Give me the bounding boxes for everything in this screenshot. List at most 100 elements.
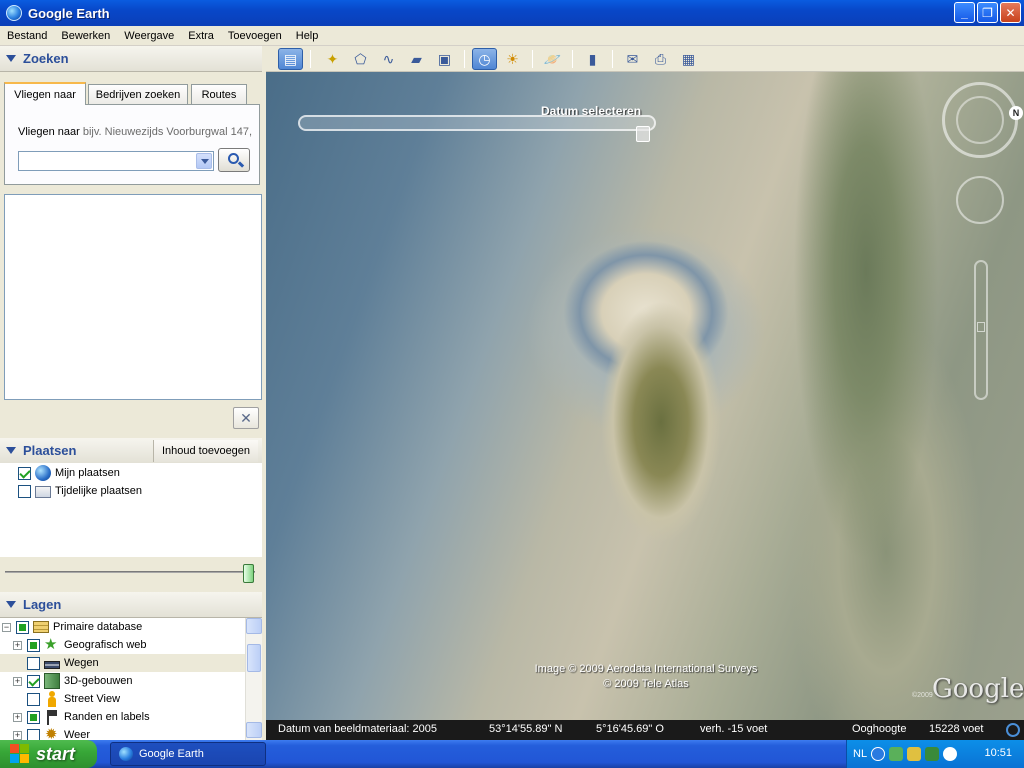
checkbox[interactable] [18,466,31,480]
restore-button[interactable]: ❐ [977,2,998,23]
historical-date-slider[interactable] [298,115,656,131]
taskbar: start Google Earth NL 10:51 [0,740,1024,768]
checkbox[interactable] [16,620,29,634]
google-earth-icon [119,747,133,761]
tree-item-primary-database[interactable]: − Primaire database [0,618,245,636]
start-button[interactable]: start [0,740,97,768]
look-joystick[interactable] [956,96,1004,144]
toolbar: ▤ ✦ ⬠ ∿ ▰ ▣ ◷ ☀ 🪐 ▮ ✉ ⎙ ▦ [266,46,1024,72]
opacity-slider-track[interactable] [5,571,255,573]
checkbox[interactable] [27,656,40,670]
move-joystick[interactable] [956,176,1004,224]
historical-imagery-button[interactable]: ◷ [472,48,497,70]
weather-icon [44,725,60,740]
google-logo: Google [932,674,1024,704]
tray-signal-icon[interactable] [925,747,940,761]
places-panel-title: Plaatsen [23,443,77,458]
tray-network-icon[interactable] [889,747,904,761]
fly-to-text: Vliegen naar [18,126,80,138]
chevron-down-icon[interactable] [196,153,212,169]
opacity-slider-thumb[interactable] [243,564,254,583]
tree-item-label: Mijn plaatsen [55,467,120,479]
taskbar-item-label: Google Earth [139,748,204,760]
menu-bewerken[interactable]: Bewerken [54,30,117,42]
ruler-button[interactable]: ▮ [580,48,605,70]
search-button[interactable] [218,148,250,172]
add-content-button[interactable]: Inhoud toevoegen [153,440,258,462]
tree-item-label: Primaire database [53,621,143,633]
scroll-thumb[interactable] [247,644,261,672]
minimize-button[interactable]: _ [954,2,975,23]
system-tray: NL 10:51 [846,740,1024,768]
scroll-down-button[interactable] [246,722,262,738]
view-in-maps-button[interactable]: ▦ [676,48,701,70]
tab-directions[interactable]: Routes [191,84,247,104]
menu-toevoegen[interactable]: Toevoegen [221,30,289,42]
sidebar-toggle-button[interactable]: ▤ [278,48,303,70]
expand-icon[interactable]: + [13,730,22,740]
tree-item-temporary-places[interactable]: Tijdelijke plaatsen [18,482,142,500]
tray-back-icon[interactable] [871,747,886,761]
close-button[interactable]: ✕ [1000,2,1021,23]
date-slider-thumb[interactable] [636,126,650,142]
menu-weergave[interactable]: Weergave [117,30,181,42]
places-panel-header[interactable]: Plaatsen Inhoud toevoegen [0,438,262,464]
menu-bar: Bestand Bewerken Weergave Extra Toevoege… [0,26,1024,46]
clear-search-button[interactable]: ✕ [233,407,259,429]
print-button[interactable]: ⎙ [648,48,673,70]
scroll-up-button[interactable] [246,618,262,634]
checkbox[interactable] [18,484,31,498]
expand-icon[interactable]: + [13,676,22,686]
add-overlay-button[interactable]: ▰ [404,48,429,70]
checkbox[interactable] [27,710,40,724]
checkbox[interactable] [27,638,40,652]
record-tour-button[interactable]: ▣ [432,48,457,70]
tray-security-icon[interactable] [907,747,922,761]
tab-fly-to[interactable]: Vliegen naar [4,82,86,105]
layers-scrollbar[interactable] [245,618,262,740]
status-bar: Datum van beeldmateriaal: 2005 53°14'55.… [266,720,1024,740]
planet-icon: 🪐 [543,51,562,67]
fly-to-panel: Vliegen naar bijv. Nieuwezijds Voorburgw… [4,104,260,185]
tree-item-weather[interactable]: + Weer [0,725,245,740]
globe-icon [35,465,51,481]
collapse-icon[interactable]: − [2,622,11,632]
add-polygon-button[interactable]: ⬠ [348,48,373,70]
menu-bestand[interactable]: Bestand [0,30,54,42]
flag-icon [44,709,60,725]
email-button[interactable]: ✉ [620,48,645,70]
taskbar-item-google-earth[interactable]: Google Earth [110,742,266,766]
add-placemark-button[interactable]: ✦ [320,48,345,70]
sunlight-button[interactable]: ☀ [500,48,525,70]
layers-icon [33,621,49,633]
language-indicator[interactable]: NL [853,748,867,760]
expand-icon[interactable]: + [13,712,22,722]
checkbox[interactable] [27,674,40,688]
tree-item-geographic-web[interactable]: + Geografisch web [0,635,245,654]
zoom-slider-thumb[interactable] [977,322,985,332]
tree-item-roads[interactable]: Wegen [0,654,245,672]
menu-extra[interactable]: Extra [181,30,221,42]
tray-volume-icon[interactable] [943,747,958,761]
fly-to-input[interactable] [18,151,214,171]
eye-altitude-label: Ooghoogte [852,723,907,735]
tree-item-borders-labels[interactable]: + Randen en labels [0,708,245,726]
checkbox[interactable] [27,728,40,740]
tab-find-businesses[interactable]: Bedrijven zoeken [88,84,188,104]
north-indicator[interactable]: N [1009,106,1023,120]
earth-view[interactable]: Datum selecteren N Image © 2009 Aerodata… [266,72,1024,720]
menu-help[interactable]: Help [289,30,326,42]
checkbox[interactable] [27,692,40,706]
tree-item-label: Randen en labels [64,711,150,723]
layers-panel-header[interactable]: Lagen [0,592,262,618]
tree-item-label: Weer [64,729,91,740]
planets-button[interactable]: 🪐 [540,48,565,70]
tree-item-3d-buildings[interactable]: + 3D-gebouwen [0,672,245,690]
expand-icon[interactable]: + [13,640,22,650]
add-path-button[interactable]: ∿ [376,48,401,70]
tree-item-street-view[interactable]: Street View [0,690,245,708]
search-panel-header[interactable]: Zoeken [0,46,262,72]
tree-item-my-places[interactable]: Mijn plaatsen [18,464,120,482]
google-earth-icon [6,5,22,21]
search-results-list[interactable] [4,194,262,400]
